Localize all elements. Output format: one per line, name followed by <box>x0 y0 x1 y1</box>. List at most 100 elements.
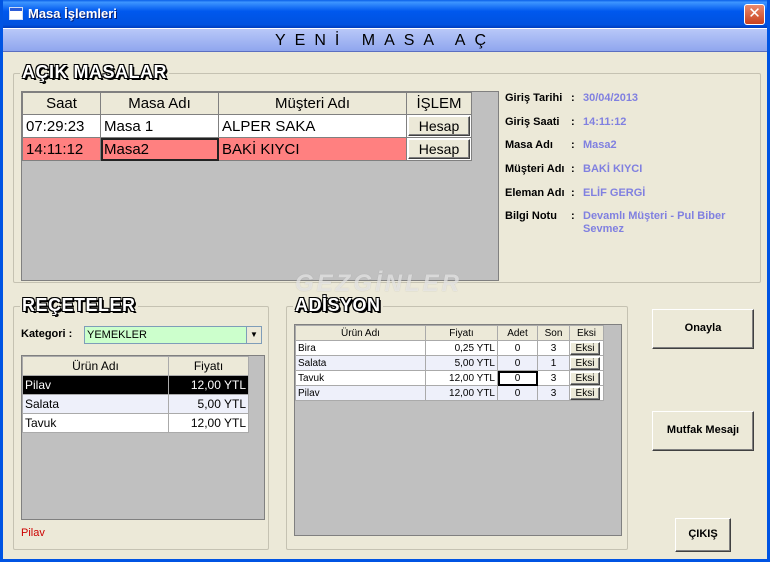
cell-urun[interactable]: Tavuk <box>295 370 426 386</box>
table-row[interactable]: 14:11:12 Masa2 BAKİ KIYCI Hesap <box>22 137 472 161</box>
cell-adet[interactable]: 0 <box>497 370 538 386</box>
title-bar: Masa İşlemleri ✕ <box>3 0 767 28</box>
col-eksi[interactable]: Eksi <box>569 325 604 341</box>
col-masa-adi[interactable]: Masa Adı <box>100 92 219 115</box>
info-value: BAKİ KIYCI <box>583 163 643 175</box>
selected-item-status: Pilav <box>21 527 45 539</box>
cell-musteri[interactable]: BAKİ KIYCI <box>218 137 407 161</box>
col-islem[interactable]: İŞLEM <box>406 92 472 115</box>
info-value: ELİF GERGİ <box>583 187 646 199</box>
cell-fiyat[interactable]: 12,00 YTL <box>168 413 249 433</box>
open-tables-table: Saat Masa Adı Müşteri Adı İŞLEM 07:29:23… <box>22 92 472 161</box>
cell-islem: Hesap <box>406 114 472 138</box>
cell-adet[interactable]: 0 <box>497 355 538 371</box>
col-son[interactable]: Son <box>537 325 570 341</box>
info-separator: : <box>571 92 575 104</box>
bill-table: Ürün Adı Fiyatı Adet Son Eksi Bira 0,25 … <box>295 325 604 401</box>
info-label: Masa Adı <box>505 139 553 151</box>
cell-eksi: Eksi <box>569 370 604 386</box>
mutfak-mesaji-button[interactable]: Mutfak Mesajı <box>652 411 754 451</box>
kategori-select[interactable]: YEMEKLER ▼ <box>84 326 262 344</box>
cell-fiyat[interactable]: 5,00 YTL <box>425 355 498 371</box>
cell-saat[interactable]: 14:11:12 <box>22 137 101 161</box>
recipes-title: REÇETELER <box>20 295 138 316</box>
table-row[interactable]: Pilav 12,00 YTL 0 3 Eksi <box>295 385 604 401</box>
table-row[interactable]: Salata 5,00 YTL 0 1 Eksi <box>295 355 604 371</box>
cell-musteri[interactable]: ALPER SAKA <box>218 114 407 138</box>
app-window-icon <box>9 7 23 20</box>
table-row[interactable]: Bira 0,25 YTL 0 3 Eksi <box>295 340 604 356</box>
open-tables-group: AÇIK MASALAR Saat Masa Adı Müşteri Adı İ… <box>13 62 761 283</box>
col-musteri-adi[interactable]: Müşteri Adı <box>218 92 407 115</box>
info-giris-saati: Giriş Saati : 14:11:12 <box>505 116 755 132</box>
info-giris-tarihi: Giriş Tarihi : 30/04/2013 <box>505 92 755 108</box>
eksi-button[interactable]: Eksi <box>570 341 600 355</box>
onayla-button[interactable]: Onayla <box>652 309 754 349</box>
cell-masa[interactable]: Masa2 <box>100 137 219 161</box>
table-row[interactable]: Tavuk 12,00 YTL <box>22 413 249 433</box>
close-icon[interactable]: ✕ <box>744 4 765 25</box>
cell-fiyat[interactable]: 0,25 YTL <box>425 340 498 356</box>
info-eleman-adi: Eleman Adı : ELİF GERGİ <box>505 187 755 203</box>
recipes-group: REÇETELER Kategori : YEMEKLER ▼ Ürün Adı… <box>13 295 269 550</box>
cell-son[interactable]: 1 <box>537 355 570 371</box>
table-row[interactable]: 07:29:23 Masa 1 ALPER SAKA Hesap <box>22 114 472 138</box>
info-value: Devamlı Müşteri - Pul Biber Sevmez <box>583 210 726 235</box>
table-row[interactable]: Tavuk 12,00 YTL 0 3 Eksi <box>295 370 604 386</box>
cell-son[interactable]: 3 <box>537 370 570 386</box>
kategori-label: Kategori : <box>21 328 73 340</box>
bill-group: ADİSYON Ürün Adı Fiyatı Adet Son Eksi Bi… <box>286 295 628 550</box>
cell-adet[interactable]: 0 <box>497 340 538 356</box>
cell-masa[interactable]: Masa 1 <box>100 114 219 138</box>
cell-urun[interactable]: Pilav <box>295 385 426 401</box>
col-urun-adi[interactable]: Ürün Adı <box>295 325 426 341</box>
cell-urun[interactable]: Tavuk <box>22 413 169 433</box>
info-label: Giriş Tarihi <box>505 92 563 104</box>
info-label: Müşteri Adı <box>505 163 565 175</box>
table-row[interactable]: Pilav 12,00 YTL <box>22 375 249 395</box>
cell-urun[interactable]: Pilav <box>22 375 169 395</box>
info-bilgi-notu: Bilgi Notu : Devamlı Müşteri - Pul Biber… <box>505 210 755 242</box>
window-title: Masa İşlemleri <box>28 6 117 21</box>
page-header: YENİ MASA AÇ <box>3 28 767 52</box>
cell-urun[interactable]: Salata <box>22 394 169 414</box>
open-tables-grid: Saat Masa Adı Müşteri Adı İŞLEM 07:29:23… <box>21 91 499 281</box>
eksi-button[interactable]: Eksi <box>570 371 600 385</box>
info-value: 30/04/2013 <box>583 92 639 104</box>
cikis-button[interactable]: ÇIKIŞ <box>675 518 731 552</box>
info-separator: : <box>571 210 575 222</box>
recipes-grid: Ürün Adı Fiyatı Pilav 12,00 YTL Salata 5… <box>21 355 265 520</box>
bill-grid: Ürün Adı Fiyatı Adet Son Eksi Bira 0,25 … <box>294 324 622 536</box>
open-tables-title: AÇIK MASALAR <box>20 62 169 83</box>
cell-fiyat[interactable]: 5,00 YTL <box>168 394 249 414</box>
cell-fiyat[interactable]: 12,00 YTL <box>168 375 249 395</box>
bill-title: ADİSYON <box>293 295 383 316</box>
info-separator: : <box>571 139 575 151</box>
cell-son[interactable]: 3 <box>537 385 570 401</box>
cell-fiyat[interactable]: 12,00 YTL <box>425 370 498 386</box>
eksi-button[interactable]: Eksi <box>570 386 600 400</box>
cell-adet[interactable]: 0 <box>497 385 538 401</box>
cell-urun[interactable]: Bira <box>295 340 426 356</box>
col-adet[interactable]: Adet <box>497 325 538 341</box>
info-value: 14:11:12 <box>583 116 627 128</box>
main-window: Masa İşlemleri ✕ YENİ MASA AÇ AÇIK MASAL… <box>0 0 770 562</box>
col-fiyati[interactable]: Fiyatı <box>425 325 498 341</box>
col-fiyati[interactable]: Fiyatı <box>168 356 249 376</box>
col-saat[interactable]: Saat <box>22 92 101 115</box>
eksi-button[interactable]: Eksi <box>570 356 600 370</box>
cell-eksi: Eksi <box>569 355 604 371</box>
cell-urun[interactable]: Salata <box>295 355 426 371</box>
cell-saat[interactable]: 07:29:23 <box>22 114 101 138</box>
chevron-down-icon[interactable]: ▼ <box>246 327 261 343</box>
info-separator: : <box>571 116 575 128</box>
info-label: Bilgi Notu <box>505 210 557 222</box>
cell-eksi: Eksi <box>569 340 604 356</box>
cell-fiyat[interactable]: 12,00 YTL <box>425 385 498 401</box>
col-urun-adi[interactable]: Ürün Adı <box>22 356 169 376</box>
cell-son[interactable]: 3 <box>537 340 570 356</box>
cell-eksi: Eksi <box>569 385 604 401</box>
hesap-button[interactable]: Hesap <box>408 139 470 159</box>
table-row[interactable]: Salata 5,00 YTL <box>22 394 249 414</box>
hesap-button[interactable]: Hesap <box>408 116 470 136</box>
